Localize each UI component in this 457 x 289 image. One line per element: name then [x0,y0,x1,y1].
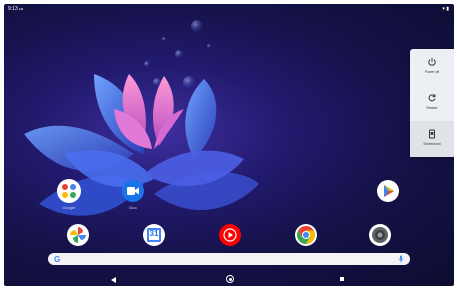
photos-icon [67,224,89,246]
calendar-app[interactable]: 31 [142,223,166,252]
google-folder-label: Google [62,205,76,210]
restart-button[interactable]: Restart [410,85,454,121]
clock: 9:13AM [8,6,24,12]
play-store-icon [377,180,399,202]
camera-icon [369,224,391,246]
calendar-day: 31 [149,229,159,238]
google-logo: G [54,254,61,264]
power-icon [428,58,436,66]
duo-label: Duo [129,205,137,210]
photos-app[interactable] [66,223,90,252]
home-button[interactable] [226,275,234,283]
search-bar[interactable]: G [48,253,410,265]
duo-app[interactable] [121,179,145,208]
screenshot-button[interactable]: Screenshot [410,121,454,157]
youtube-music-app[interactable] [218,223,242,252]
status-bar: 9:13AM ▾ ▮ [4,4,454,14]
mic-icon[interactable] [398,255,404,263]
back-button[interactable] [111,277,116,283]
restart-icon [428,94,436,102]
status-icons: ▾ ▮ [442,6,449,12]
play-store-app[interactable] [376,179,400,208]
camera-app[interactable] [368,223,392,252]
screenshot-icon [429,129,435,139]
youtube-music-icon [219,224,241,246]
battery-icon: ▮ [446,6,449,12]
chrome-icon [295,224,317,246]
wifi-icon: ▾ [442,6,445,12]
chrome-app[interactable] [294,223,318,252]
google-folder-icon [57,179,81,203]
recents-button[interactable] [340,277,344,281]
home-screen: 9:13AM ▾ ▮ Power off Restart Screenshot [4,4,454,286]
duo-icon [122,180,144,202]
power-menu: Power off Restart Screenshot [410,49,454,157]
power-off-button[interactable]: Power off [410,49,454,85]
